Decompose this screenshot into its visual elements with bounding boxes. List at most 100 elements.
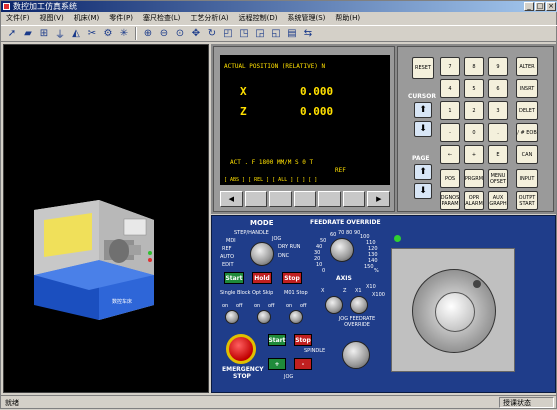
handwheel-dial[interactable] <box>412 269 496 353</box>
key-x4[interactable]: 4 <box>440 79 460 98</box>
eraser-icon[interactable]: ▰ <box>21 27 35 41</box>
opt-skip-label: Opt Skip <box>252 290 274 296</box>
key-g8[interactable]: 8 <box>464 57 484 76</box>
menu-machine[interactable]: 机床(M) <box>69 12 105 24</box>
key-t3[interactable]: 3 <box>488 101 508 120</box>
key-s2[interactable]: 2 <box>464 101 484 120</box>
light-icon[interactable]: ✳ <box>117 27 131 41</box>
view-front-icon[interactable]: ◰ <box>221 27 235 41</box>
cycle-start-button[interactable]: Start <box>224 272 244 284</box>
single-block-switch[interactable] <box>225 310 239 324</box>
cursor-icon[interactable]: ➚ <box>5 27 19 41</box>
menu-offset-key[interactable]: MENU OFSET <box>488 169 508 188</box>
menu-system[interactable]: 系统管理(S) <box>282 12 330 24</box>
reset-key[interactable]: RESET <box>412 57 434 79</box>
cancel-key[interactable]: CAN <box>516 145 538 164</box>
menu-help[interactable]: 帮助(H) <box>330 12 365 24</box>
softkey-2[interactable] <box>269 191 292 207</box>
mode-selector-knob[interactable] <box>250 242 274 266</box>
key-dot[interactable]: . <box>488 123 508 142</box>
dgnos-param-key[interactable]: DGNOS PARAM <box>440 191 460 210</box>
close-button[interactable]: × <box>546 2 556 11</box>
main-window: 数控加工仿真系统 _ □ × 文件(F) 视图(V) 机床(M) 零件(P) 塞… <box>0 0 557 409</box>
menu-part[interactable]: 零件(P) <box>104 12 138 24</box>
axis-name: Z <box>240 105 247 118</box>
menu-file[interactable]: 文件(F) <box>1 12 35 24</box>
softkey-3[interactable] <box>293 191 317 207</box>
off-label: off <box>236 303 243 309</box>
m01-stop-switch[interactable] <box>289 310 303 324</box>
emergency-stop-button[interactable] <box>226 334 256 364</box>
key-p[interactable]: ← <box>440 145 460 164</box>
prgrm-key[interactable]: PRGRM <box>464 169 484 188</box>
jog-feedrate-knob[interactable] <box>342 341 370 369</box>
handwheel-multiplier-knob[interactable] <box>350 296 368 314</box>
alter-key[interactable]: ALTER <box>516 57 538 76</box>
pos-key[interactable]: POS <box>440 169 460 188</box>
key-q[interactable]: + <box>464 145 484 164</box>
view-left-icon[interactable]: ◲ <box>253 27 267 41</box>
mode-step-handle: STEP/HANDLE <box>234 230 269 236</box>
page-down-key[interactable]: ⬇ <box>414 183 432 199</box>
settings-icon[interactable]: ⚙ <box>101 27 115 41</box>
svg-text:%: % <box>374 268 379 274</box>
view-right-icon[interactable]: ◱ <box>269 27 283 41</box>
output-start-key[interactable]: OUTPT START <box>516 191 538 210</box>
jog-minus-button[interactable]: - <box>294 358 312 370</box>
zoom-window-icon[interactable]: ⊙ <box>173 27 187 41</box>
zoom-out-icon[interactable]: ⊖ <box>157 27 171 41</box>
spindle-start-button[interactable]: Start <box>268 334 286 346</box>
softkey-left[interactable]: ◀ <box>220 191 243 207</box>
tool-icon[interactable]: ⏚ <box>53 27 67 41</box>
axis-row-x: X 0.000 <box>240 85 333 98</box>
axis-select-knob[interactable] <box>325 296 343 314</box>
key-o7[interactable]: 7 <box>440 57 460 76</box>
minimize-button[interactable]: _ <box>524 2 534 11</box>
key-z5[interactable]: 5 <box>464 79 484 98</box>
feed-hold-button[interactable]: Hold <box>252 272 272 284</box>
pan-icon[interactable]: ✥ <box>189 27 203 41</box>
spindle-stop-button[interactable]: Stop <box>294 334 312 346</box>
input-key[interactable]: INPUT <box>516 169 538 188</box>
lathe-model: 数控车床 <box>34 200 154 320</box>
jog-plus-button[interactable]: + <box>268 358 286 370</box>
eob-key[interactable]: / # EOB <box>516 123 538 142</box>
menu-remote[interactable]: 远程控制(D) <box>234 12 283 24</box>
key-0[interactable]: 0 <box>464 123 484 142</box>
key-6[interactable]: 6 <box>488 79 508 98</box>
machine-3d-view[interactable]: 数控车床 <box>3 44 209 393</box>
softkey-right[interactable]: ▶ <box>367 191 391 207</box>
measure-icon[interactable]: ◭ <box>69 27 83 41</box>
menu-gauge[interactable]: 塞尺检查(L) <box>138 12 185 24</box>
axis-row-z: Z 0.000 <box>240 105 333 118</box>
key-m1[interactable]: 1 <box>440 101 460 120</box>
insert-key[interactable]: INSRT <box>516 79 538 98</box>
toggle-icon[interactable]: ⇆ <box>301 27 315 41</box>
aux-graph-key[interactable]: AUX GRAPH <box>488 191 508 210</box>
maximize-button[interactable]: □ <box>535 2 545 11</box>
cursor-up-key[interactable]: ⬆ <box>414 102 432 118</box>
tool-change-icon[interactable]: ✂ <box>85 27 99 41</box>
menu-process[interactable]: 工艺分析(A) <box>185 12 233 24</box>
softkey-5[interactable] <box>342 191 366 207</box>
mode-mdi: MDI <box>226 238 236 244</box>
page-up-key[interactable]: ⬆ <box>414 164 432 180</box>
cursor-down-key[interactable]: ⬇ <box>414 121 432 137</box>
menu-view[interactable]: 视图(V) <box>35 12 69 24</box>
zoom-in-icon[interactable]: ⊕ <box>141 27 155 41</box>
options-icon[interactable]: ▤ <box>285 27 299 41</box>
softkey-4[interactable] <box>318 191 341 207</box>
opr-alarm-key[interactable]: OPR ALARM <box>464 191 484 210</box>
rotate-icon[interactable]: ↻ <box>205 27 219 41</box>
part-icon[interactable]: ⊞ <box>37 27 51 41</box>
softkey-1[interactable] <box>244 191 268 207</box>
key-hash[interactable]: E <box>488 145 508 164</box>
view-top-icon[interactable]: ◳ <box>237 27 251 41</box>
feedrate-override-knob[interactable] <box>330 238 354 262</box>
svg-text:80: 80 <box>346 230 352 236</box>
stop-button[interactable]: Stop <box>282 272 302 284</box>
delete-key[interactable]: DELET <box>516 101 538 120</box>
key-9[interactable]: 9 <box>488 57 508 76</box>
opt-skip-switch[interactable] <box>257 310 271 324</box>
key-minus[interactable]: - <box>440 123 460 142</box>
